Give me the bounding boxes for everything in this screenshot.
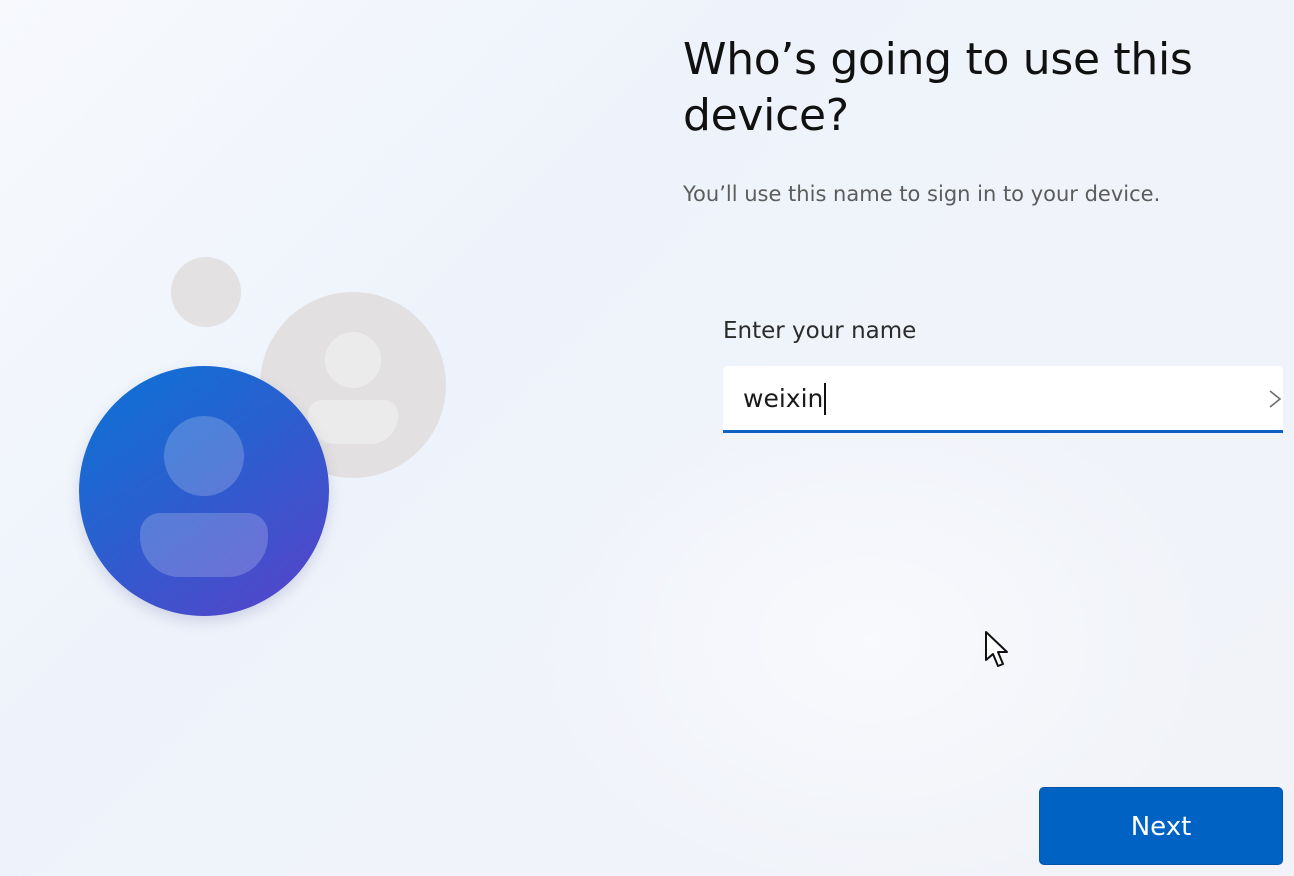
avatar-body xyxy=(308,400,398,444)
avatar-body xyxy=(140,513,268,577)
name-input-value: weixin xyxy=(743,384,824,413)
name-field-label: Enter your name xyxy=(723,318,917,344)
primary-user-avatar-icon xyxy=(79,366,329,616)
text-caret xyxy=(824,383,827,415)
name-input[interactable]: weixin xyxy=(743,383,1243,415)
page-title: Who’s going to use this device? xyxy=(683,34,1193,141)
next-button[interactable]: Next xyxy=(1039,787,1283,865)
page-subtitle: You’ll use this name to sign in to your … xyxy=(683,182,1161,206)
decorative-dot xyxy=(171,257,241,327)
avatar-head xyxy=(164,416,244,496)
name-input-box[interactable]: weixin xyxy=(723,366,1283,433)
mouse-pointer-icon xyxy=(985,631,1008,667)
chevron-right-icon[interactable] xyxy=(1267,388,1283,410)
users-illustration xyxy=(0,0,600,876)
avatar-head xyxy=(325,332,381,388)
